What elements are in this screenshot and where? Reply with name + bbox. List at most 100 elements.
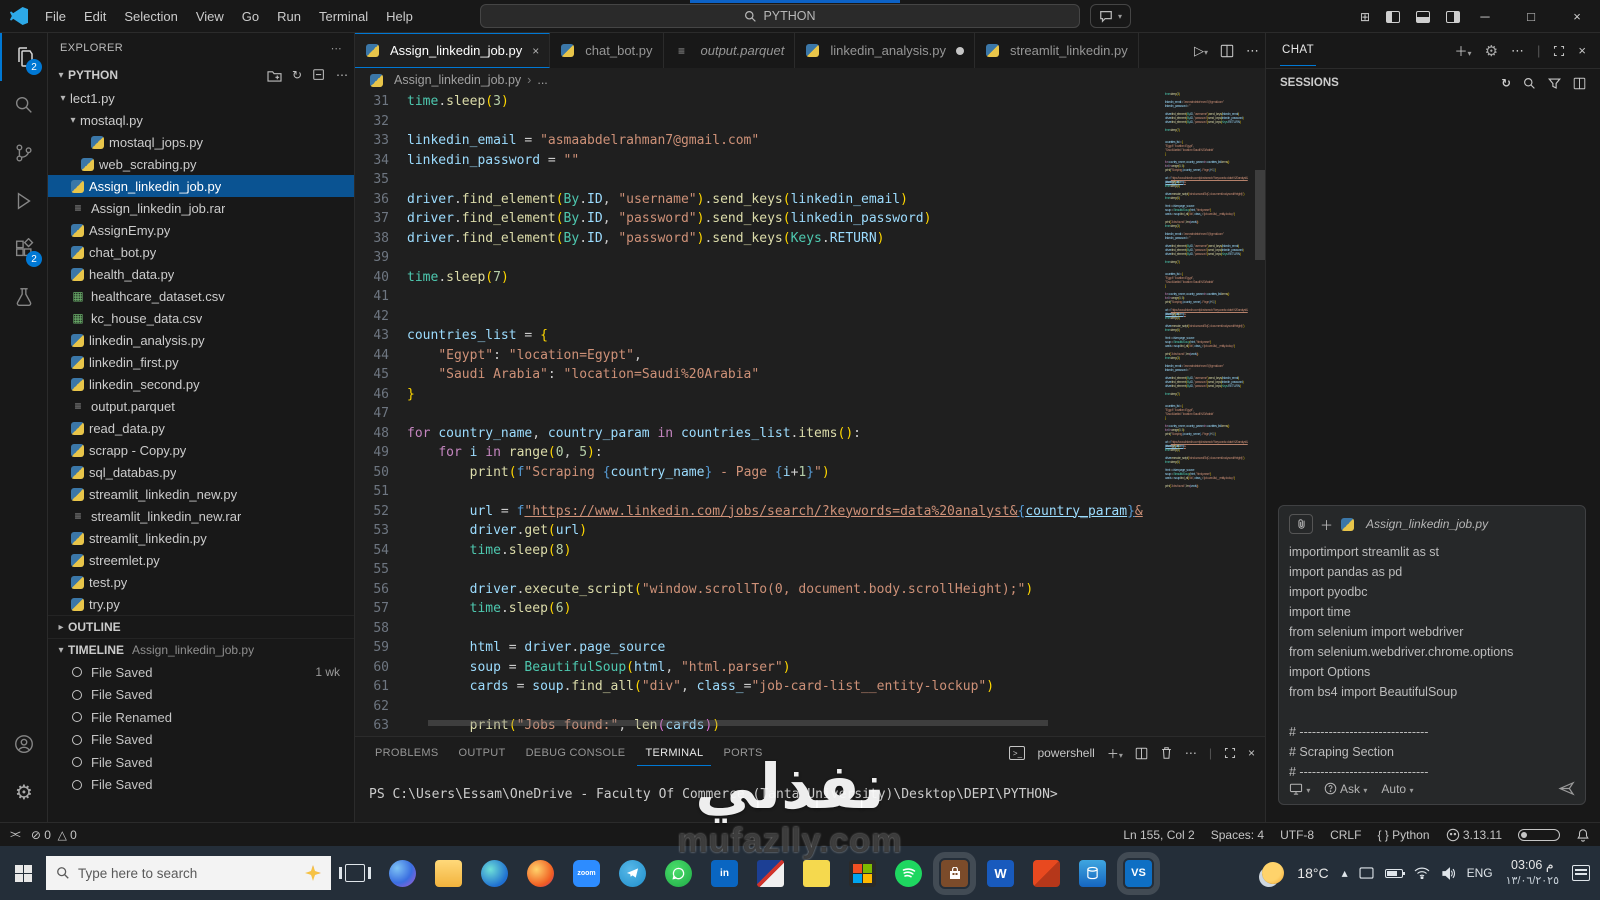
editor-tab[interactable]: linkedin_analysis.py (795, 33, 975, 68)
timeline-item[interactable]: File Saved (48, 774, 354, 797)
new-terminal-icon[interactable]: ＋▾ (1107, 745, 1123, 762)
tablet-icon[interactable] (1359, 867, 1374, 879)
panel-tab-ports[interactable]: PORTS (715, 741, 770, 765)
split-view-icon[interactable] (1573, 77, 1586, 90)
taskbar-app-microsoft[interactable] (849, 859, 876, 887)
eol-status[interactable]: CRLF (1330, 828, 1361, 842)
menu-help[interactable]: Help (377, 5, 422, 28)
taskbar-app-office[interactable] (1033, 859, 1060, 887)
remote-indicator-icon[interactable]: >< (10, 829, 21, 841)
chat-settings-icon[interactable]: ⚙ (1485, 42, 1498, 60)
add-context-icon[interactable]: ＋ (1320, 515, 1333, 534)
tree-item[interactable]: ▾ lect1.py (48, 87, 354, 109)
filter-icon[interactable] (1548, 77, 1561, 90)
tree-item[interactable]: streemlet.py (48, 549, 354, 571)
toggle-secondary-sidebar-icon[interactable] (1446, 10, 1460, 23)
toggle-panel-icon[interactable] (1416, 10, 1430, 23)
cursor-position[interactable]: Ln 155, Col 2 (1123, 828, 1194, 842)
minimize-button[interactable]: ─ (1462, 0, 1508, 33)
tree-item[interactable]: linkedin_analysis.py (48, 329, 354, 351)
taskbar-app-edge[interactable] (481, 859, 508, 887)
refresh-icon[interactable]: ↻ (292, 68, 302, 82)
battery-icon[interactable] (1384, 868, 1405, 878)
timeline-item[interactable]: File Saved 1 wk (48, 661, 354, 684)
tree-item[interactable]: streamlit_linkedin.py (48, 527, 354, 549)
start-button[interactable] (0, 846, 46, 900)
run-python-file-icon[interactable]: ▷▾ (1194, 43, 1208, 59)
panel-tab-output[interactable]: OUTPUT (451, 741, 514, 765)
mode-picker[interactable]: Ask ▾ (1324, 782, 1367, 796)
tree-item[interactable]: linkedin_first.py (48, 351, 354, 373)
menu-terminal[interactable]: Terminal (310, 5, 377, 28)
timeline-item[interactable]: File Renamed (48, 706, 354, 729)
close-tab-icon[interactable]: × (532, 44, 539, 58)
timeline-section[interactable]: ▾ TIMELINE Assign_linkedin_job.py (48, 638, 354, 661)
status-slider[interactable] (1518, 828, 1560, 841)
editor-horizontal-scrollbar[interactable] (428, 720, 1048, 726)
tree-item[interactable]: try.py (48, 593, 354, 615)
problems-status[interactable]: ⊘ 0 △ 0 (31, 828, 77, 842)
run-debug-activity-icon[interactable] (0, 177, 48, 225)
maximize-panel-icon[interactable] (1224, 747, 1236, 759)
extensions-activity-icon[interactable]: 2 (0, 225, 48, 273)
action-center-icon[interactable] (1572, 865, 1590, 881)
tree-item[interactable]: read_data.py (48, 417, 354, 439)
taskbar-clock[interactable]: 03:06 م ١٣/٠٦/٢٠٢٥ (1506, 858, 1559, 889)
volume-icon[interactable] (1441, 866, 1456, 880)
breadcrumb[interactable]: Assign_linkedin_job.py › ... (355, 68, 1265, 92)
editor-scrollbar[interactable] (1255, 92, 1265, 736)
timeline-item[interactable]: File Saved (48, 751, 354, 774)
python-interpreter-status[interactable]: 3.13.11 (1446, 828, 1502, 842)
tree-item[interactable]: Assign_linkedin_job.py (48, 175, 354, 197)
attach-context-button[interactable] (1289, 514, 1313, 534)
send-button[interactable] (1558, 781, 1575, 796)
outline-section[interactable]: ▸ OUTLINE (48, 615, 354, 638)
language-status[interactable]: { } Python (1377, 828, 1429, 842)
notifications-bell-icon[interactable] (1576, 828, 1590, 842)
tree-item[interactable]: sql_databas.py (48, 461, 354, 483)
tree-item[interactable]: ≡ streamlit_linkedin_new.rar (48, 505, 354, 527)
tree-item[interactable]: ▦ kc_house_data.csv (48, 307, 354, 329)
tree-item[interactable]: ▾ mostaql.py (48, 109, 354, 131)
tree-item[interactable]: ▦ healthcare_dataset.csv (48, 285, 354, 307)
tree-item[interactable]: linkedin_second.py (48, 373, 354, 395)
editor-tab[interactable]: Assign_linkedin_job.py × (355, 33, 551, 68)
taskbar-search-box[interactable]: Type here to search (46, 856, 331, 890)
model-auto-picker[interactable]: Auto ▾ (1381, 782, 1413, 796)
shell-label[interactable]: powershell (1037, 746, 1094, 760)
explorer-more-icon[interactable]: ⋯ (331, 42, 342, 55)
taskbar-app-azure-data-studio[interactable] (1079, 859, 1106, 887)
toggle-primary-sidebar-icon[interactable] (1386, 10, 1400, 23)
close-button[interactable]: × (1554, 0, 1600, 33)
source-control-activity-icon[interactable] (0, 129, 48, 177)
close-panel-icon[interactable]: × (1248, 746, 1255, 760)
copilot-menu-button[interactable]: ▾ (1090, 4, 1132, 28)
menu-view[interactable]: View (187, 5, 233, 28)
model-picker[interactable]: ▾ (1289, 782, 1310, 796)
keyboard-language[interactable]: ENG (1467, 866, 1493, 880)
indentation-status[interactable]: Spaces: 4 (1211, 828, 1264, 842)
collapse-all-icon[interactable] (312, 68, 326, 82)
customize-layout-icon[interactable]: ⊞ (1360, 10, 1370, 24)
taskbar-app-spotify[interactable] (895, 859, 922, 887)
taskbar-app-sticky-notes[interactable] (803, 859, 830, 887)
weather-temp[interactable]: 18°C (1297, 865, 1328, 881)
menu-selection[interactable]: Selection (115, 5, 186, 28)
timeline-item[interactable]: File Saved (48, 684, 354, 707)
wifi-icon[interactable] (1414, 867, 1430, 879)
close-chat-icon[interactable]: × (1578, 43, 1586, 58)
menu-go[interactable]: Go (233, 5, 268, 28)
trash-icon[interactable] (1160, 746, 1173, 760)
settings-gear-icon[interactable]: ⚙ (0, 768, 48, 816)
panel-more-icon[interactable]: ⋯ (1185, 746, 1197, 760)
chat-input-box[interactable]: ＋ Assign_linkedin_job.py importimport st… (1278, 505, 1586, 805)
editor-tab[interactable]: streamlit_linkedin.py (974, 33, 1139, 68)
timeline-item[interactable]: File Saved (48, 729, 354, 752)
panel-tab-problems[interactable]: PROBLEMS (367, 741, 447, 765)
refresh-sessions-icon[interactable]: ↻ (1501, 76, 1511, 90)
menu-edit[interactable]: Edit (75, 5, 115, 28)
editor-tab[interactable]: ≡ output.parquet (663, 33, 796, 68)
tree-item[interactable]: chat_bot.py (48, 241, 354, 263)
maximize-button[interactable]: □ (1508, 0, 1554, 33)
new-folder-icon[interactable] (267, 69, 282, 82)
